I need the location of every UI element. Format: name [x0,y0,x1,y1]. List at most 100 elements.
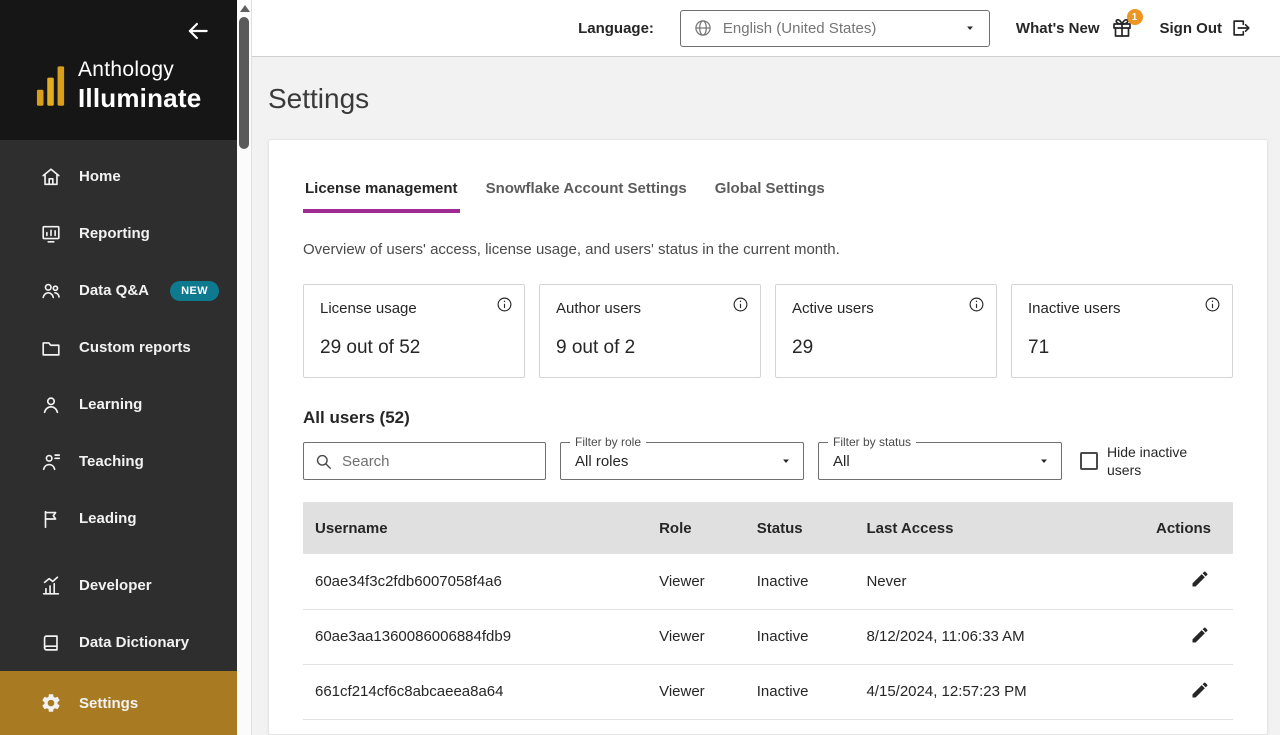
cell-status: Inactive [744,609,855,665]
whats-new-button[interactable]: What's New 1 [1015,9,1143,40]
column-header-actions: Actions [1133,502,1233,554]
cell-role: Viewer [647,554,745,610]
tab-snowflake-account-settings[interactable]: Snowflake Account Settings [484,180,689,213]
sidebar-item-data-qa[interactable]: Data Q&A NEW [0,262,237,319]
teaching-icon [40,451,62,473]
stat-label: Inactive users [1028,300,1121,317]
cell-username: 60ae34f3c2fdb6007058f4a6 [303,554,648,610]
hide-inactive-users-checkbox-group[interactable]: Hide inactive users [1080,443,1199,479]
user-filters: Filter by role All roles Filter by statu… [303,435,1233,480]
search-box [303,442,546,480]
tab-license-management[interactable]: License management [303,180,460,213]
filter-by-role-select[interactable]: Filter by role All roles [560,435,804,480]
sidebar-item-label: Teaching [79,453,144,470]
data-dictionary-book-icon [40,632,62,654]
language-select-value: English (United States) [722,19,877,37]
sidebar-item-label: Data Dictionary [79,634,190,651]
logo-line2: Illuminate [78,83,202,113]
gift-icon: 1 [1110,9,1143,40]
stat-value: 29 [792,337,814,358]
hide-inactive-users-checkbox[interactable] [1080,452,1098,470]
topbar: Language: English (United States) What's… [252,0,1280,57]
edit-user-button[interactable] [1189,625,1211,647]
filter-by-status-label: Filter by status [828,435,917,449]
column-header-last-access: Last Access [854,502,1134,554]
edit-user-button[interactable] [1189,680,1211,702]
stat-label: Active users [792,300,874,317]
anthology-illuminate-logo: Anthology Illuminate [36,58,237,114]
sidebar-item-label: Home [79,168,121,185]
leading-flag-icon [40,508,62,530]
sidebar-item-settings[interactable]: Settings [0,671,237,735]
chevron-down-icon [779,454,793,468]
home-icon [40,166,62,188]
filter-by-role-value: All roles [575,452,629,470]
page-title: Settings [268,83,370,114]
sidebar-item-developer[interactable]: Developer [0,557,237,614]
main-area: Language: English (United States) What's… [252,0,1280,735]
sidebar-item-learning[interactable]: Learning [0,376,237,433]
sign-out-button[interactable]: Sign Out [1160,17,1253,39]
cell-status: Inactive [744,554,855,610]
new-badge: NEW [170,280,219,301]
sidebar-logo-area: Anthology Illuminate [0,0,237,140]
sidebar-item-label: Data Q&A [79,282,150,299]
folder-icon [40,337,62,359]
sidebar-item-custom-reports[interactable]: Custom reports [0,319,237,376]
filter-by-status-select[interactable]: Filter by status All [818,435,1062,480]
scrollbar-thumb[interactable] [239,17,249,149]
cell-last-access: 8/12/2024, 11:06:33 AM [854,609,1134,665]
sidebar-item-label: Settings [79,694,139,712]
info-icon[interactable] [732,296,749,313]
table-row: 60ae3aa1360086006884fdb9 Viewer Inactive… [303,609,1233,665]
filter-by-status-value: All [833,452,850,470]
info-icon[interactable] [1204,296,1221,313]
sidebar-item-reporting[interactable]: Reporting [0,205,237,262]
stat-card-active-users: Active users 29 [775,284,997,378]
whats-new-count-badge: 1 [1126,9,1143,25]
search-input[interactable] [342,452,541,470]
stat-value: 9 out of 2 [556,337,636,358]
language-select[interactable]: English (United States) [679,9,990,47]
stat-cards: License usage 29 out of 52 Author users … [303,284,1233,378]
main-scrollbar[interactable] [237,0,252,735]
sidebar-item-label: Learning [79,396,143,413]
chevron-down-icon [963,21,977,35]
sidebar-item-label: Custom reports [79,339,191,356]
cell-status: Inactive [744,664,855,720]
whats-new-label: What's New [1015,19,1100,37]
hide-inactive-users-label: Hide inactive users [1107,443,1188,478]
sidebar-item-label: Reporting [79,225,150,242]
sidebar-item-data-dictionary[interactable]: Data Dictionary [0,614,237,671]
stat-value: 71 [1028,337,1050,358]
collapse-sidebar-arrow-icon[interactable] [185,18,211,44]
language-label: Language: [578,19,654,37]
cell-role: Viewer [647,609,745,665]
sidebar-item-teaching[interactable]: Teaching [0,433,237,490]
edit-user-button[interactable] [1189,569,1211,591]
reporting-icon [40,223,62,245]
sidebar-item-label: Leading [79,510,137,527]
sidebar-item-home[interactable]: Home [0,148,237,205]
cell-last-access: Never [854,554,1134,610]
table-row: 661cf214cf6c8abcaeea8a64 Viewer Inactive… [303,664,1233,720]
info-icon[interactable] [968,296,985,313]
stat-card-inactive-users: Inactive users 71 [1011,284,1233,378]
globe-icon [693,18,713,38]
overview-text: Overview of users' access, license usage… [303,241,840,258]
sidebar-item-leading[interactable]: Leading [0,490,237,547]
cell-last-access: 4/15/2024, 12:57:23 PM [854,664,1134,720]
table-header-row: Username Role Status Last Access Actions [303,502,1233,554]
sidebar-item-label: Developer [79,577,152,594]
tab-global-settings[interactable]: Global Settings [713,180,827,213]
stat-value: 29 out of 52 [320,337,421,358]
scrollbar-up-arrow-icon[interactable] [240,5,250,12]
settings-tabs: License management Snowflake Account Set… [303,180,1233,213]
info-icon[interactable] [496,296,513,313]
sidebar-nav: Home Reporting Data Q&A NEW Custom repor… [0,140,237,735]
sidebar: Anthology Illuminate Home Reporting Data… [0,0,237,735]
stat-card-license-usage: License usage 29 out of 52 [303,284,525,378]
chevron-down-icon [1037,454,1051,468]
column-header-status: Status [744,502,855,554]
search-icon [314,452,333,471]
